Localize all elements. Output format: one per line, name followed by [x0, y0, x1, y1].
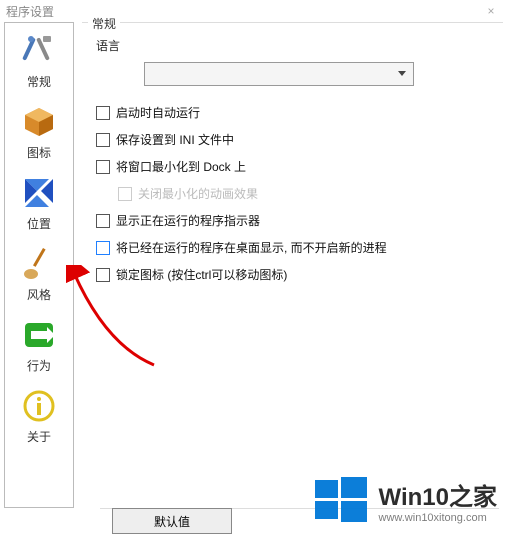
sidebar-item-general[interactable]: 常规 — [9, 29, 69, 98]
sidebar-item-label: 位置 — [9, 215, 69, 232]
checkbox-label: 关闭最小化的动画效果 — [138, 185, 258, 202]
brush-icon — [21, 246, 57, 282]
checkbox-box — [96, 241, 110, 255]
checkbox-box — [96, 160, 110, 174]
sidebar-item-label: 行为 — [9, 357, 69, 374]
sidebar: 常规 图标 位置 — [4, 22, 74, 508]
checkbox-save-ini[interactable]: 保存设置到 INI 文件中 — [96, 131, 493, 148]
watermark-title: Win10之家 — [379, 477, 497, 512]
sidebar-item-style[interactable]: 风格 — [9, 242, 69, 311]
checkbox-box — [96, 214, 110, 228]
sidebar-item-label: 图标 — [9, 144, 69, 161]
checkbox-box — [118, 187, 132, 201]
checkbox-min-dock[interactable]: 将窗口最小化到 Dock 上 — [96, 158, 493, 175]
checkbox-label: 启动时自动运行 — [116, 104, 200, 121]
content-panel: 常规 语言 启动时自动运行 保存设置到 INI 文件中 将窗口最小化到 Dock… — [82, 22, 503, 508]
checkbox-box — [96, 268, 110, 282]
language-select[interactable] — [144, 62, 414, 86]
close-icon[interactable]: × — [481, 1, 501, 21]
sidebar-item-about[interactable]: 关于 — [9, 384, 69, 453]
checkbox-label: 将窗口最小化到 Dock 上 — [116, 158, 246, 175]
section-title: 常规 — [88, 15, 120, 32]
checkbox-label: 保存设置到 INI 文件中 — [116, 131, 234, 148]
windows-logo-icon — [313, 472, 369, 528]
checkbox-label: 将已经在运行的程序在桌面显示, 而不开启新的进程 — [116, 239, 387, 256]
checkbox-show-indicator[interactable]: 显示正在运行的程序指示器 — [96, 212, 493, 229]
checkbox-box — [96, 133, 110, 147]
info-icon — [21, 388, 57, 424]
checkbox-close-anim: 关闭最小化的动画效果 — [118, 185, 493, 202]
action-icon — [21, 317, 57, 353]
checkbox-lock-icons[interactable]: 锁定图标 (按住ctrl可以移动图标) — [96, 266, 493, 283]
checkbox-box — [96, 106, 110, 120]
sidebar-item-position[interactable]: 位置 — [9, 171, 69, 240]
checkbox-show-running-desktop[interactable]: 将已经在运行的程序在桌面显示, 而不开启新的进程 — [96, 239, 493, 256]
checkbox-label: 显示正在运行的程序指示器 — [116, 212, 260, 229]
position-icon — [21, 175, 57, 211]
watermark-url: www.win10xitong.com — [379, 512, 497, 524]
sidebar-item-icons[interactable]: 图标 — [9, 100, 69, 169]
sidebar-item-label: 风格 — [9, 286, 69, 303]
default-button-label: 默认值 — [154, 513, 190, 530]
language-label: 语言 — [96, 37, 493, 54]
checkbox-label: 锁定图标 (按住ctrl可以移动图标) — [116, 266, 287, 283]
checkbox-autorun[interactable]: 启动时自动运行 — [96, 104, 493, 121]
sidebar-item-behavior[interactable]: 行为 — [9, 313, 69, 382]
tools-icon — [21, 33, 57, 69]
sidebar-item-label: 常规 — [9, 73, 69, 90]
chevron-down-icon — [397, 67, 407, 81]
watermark: Win10之家 www.win10xitong.com — [313, 472, 497, 528]
window-title: 程序设置 — [6, 3, 54, 20]
sidebar-item-label: 关于 — [9, 428, 69, 445]
default-button[interactable]: 默认值 — [112, 508, 232, 534]
box-icon — [21, 104, 57, 140]
